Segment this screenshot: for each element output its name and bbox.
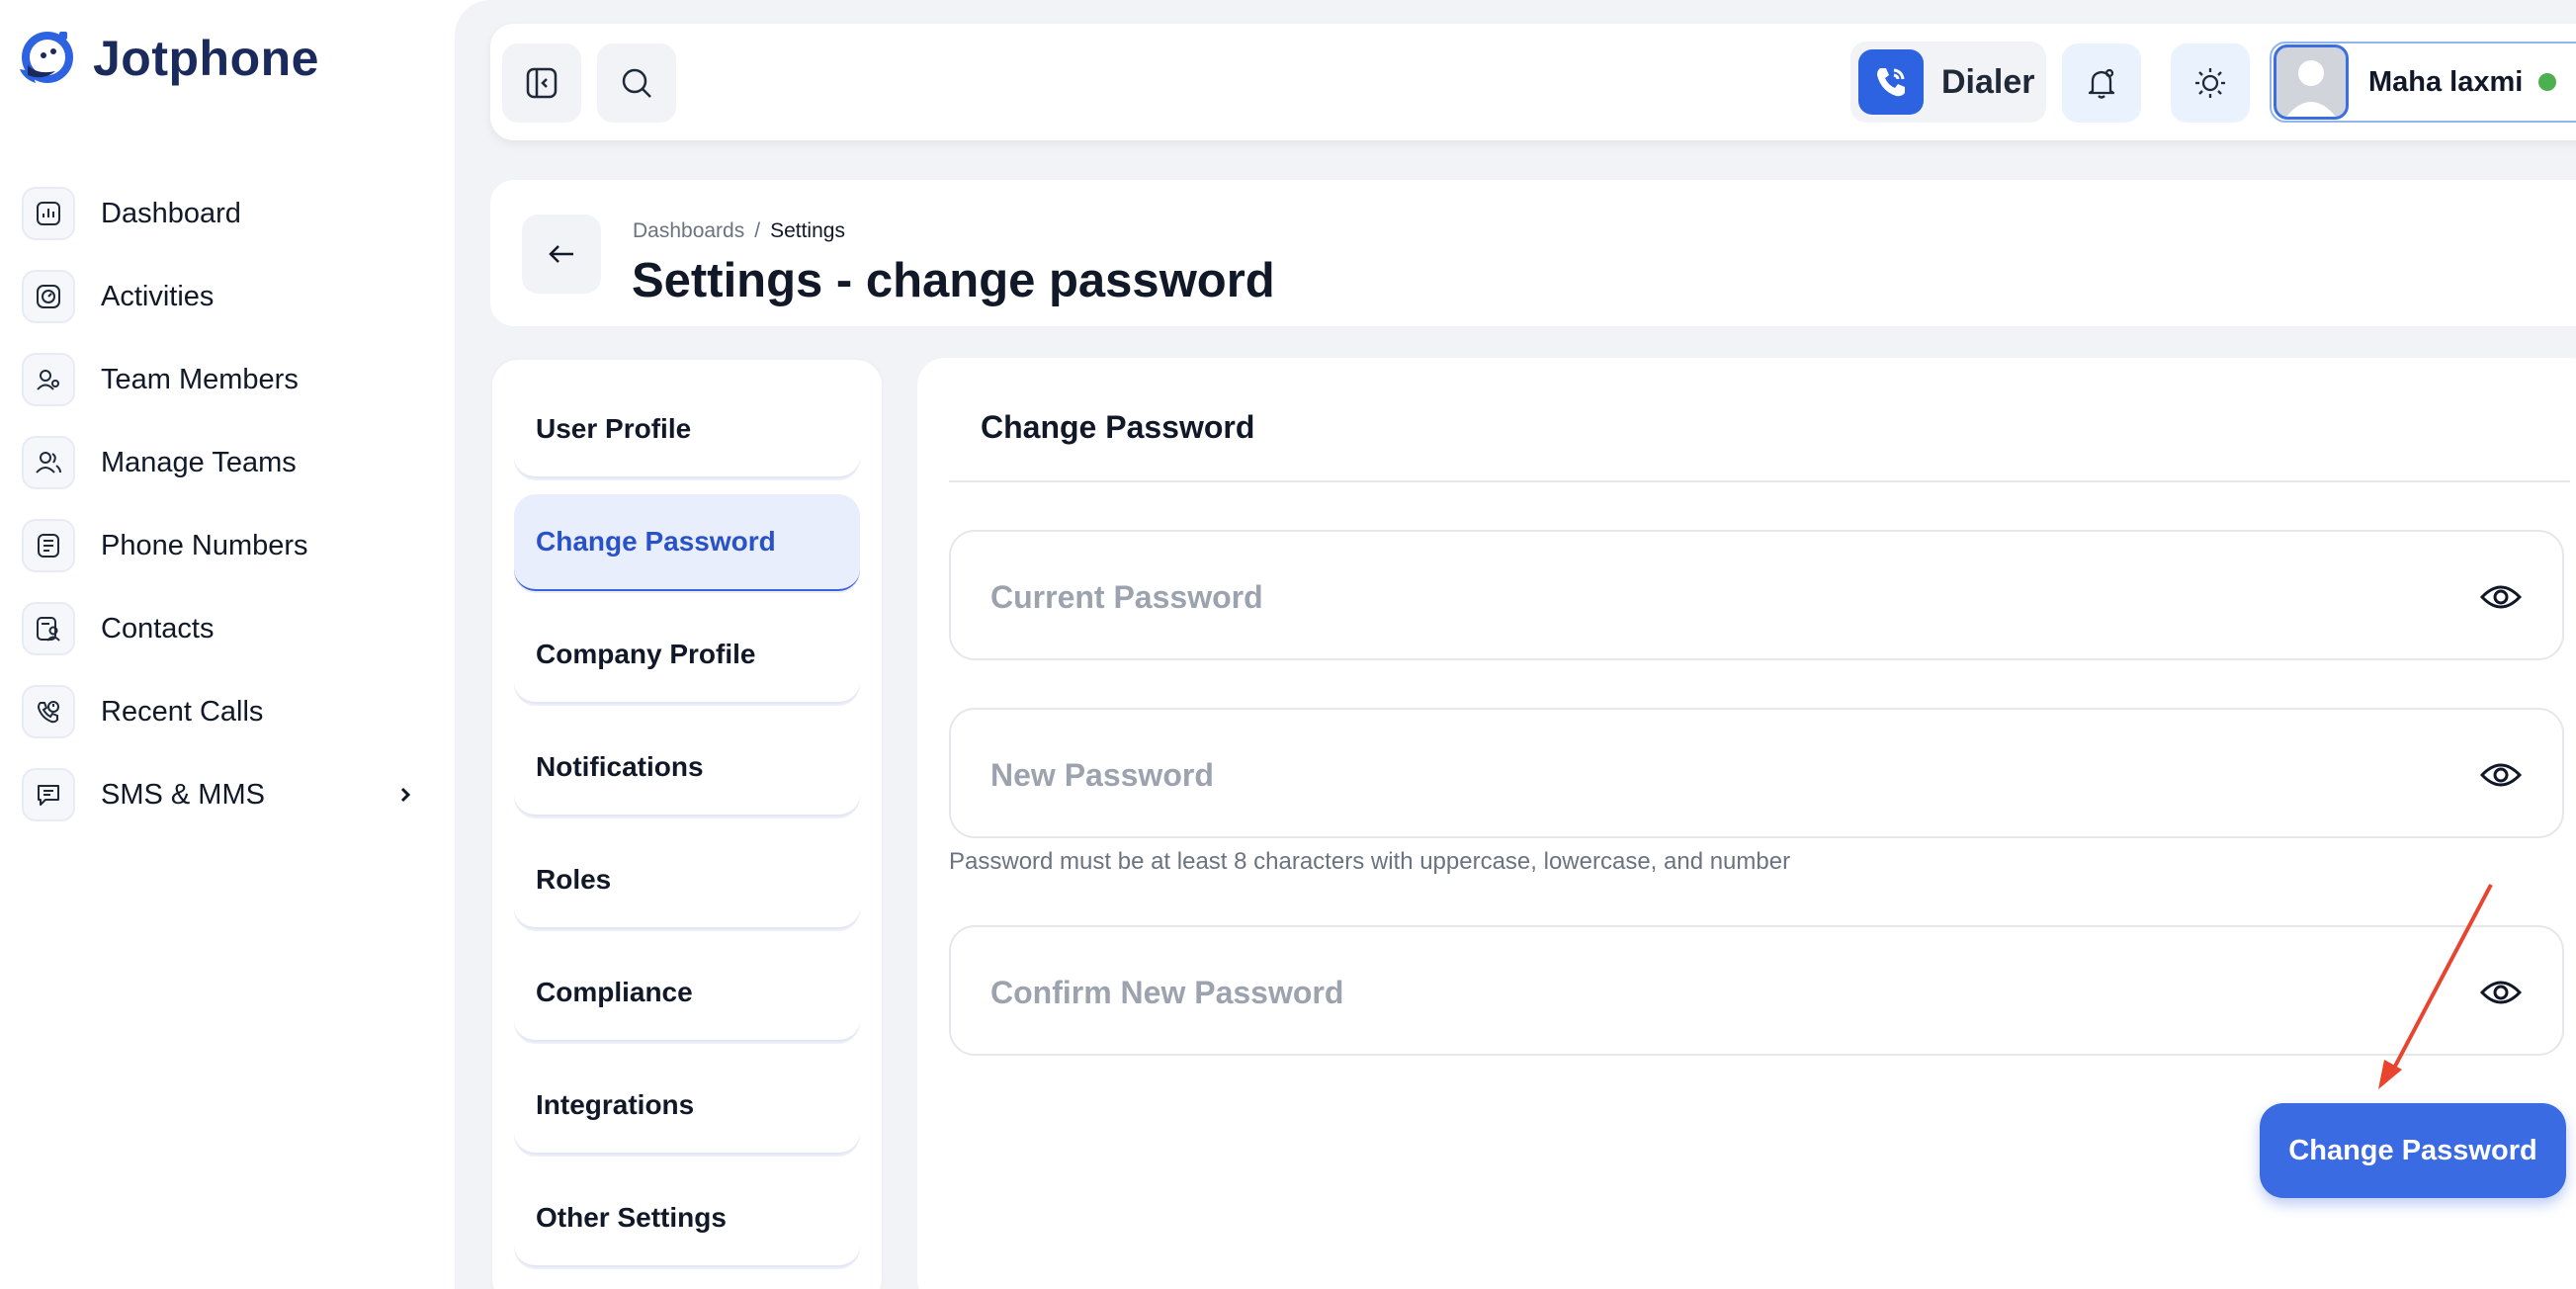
jotphone-logo-icon <box>20 32 73 83</box>
settings-menu-item-compliance[interactable]: Compliance <box>514 945 860 1042</box>
sun-icon <box>2195 68 2225 98</box>
sidebar-item-manage-teams[interactable]: Manage Teams <box>22 421 427 504</box>
settings-menu-item-company-profile[interactable]: Company Profile <box>514 607 860 704</box>
brand-logo[interactable]: Jotphone <box>14 26 319 91</box>
notifications-button[interactable] <box>2062 43 2141 123</box>
activities-icon <box>22 270 75 323</box>
sidebar-collapse-icon <box>526 67 558 99</box>
bell-icon <box>2088 68 2115 99</box>
dialer-phone-icon <box>1858 49 1924 115</box>
breadcrumb-link-dashboards[interactable]: Dashboards <box>633 219 744 243</box>
recent-calls-icon <box>22 685 75 738</box>
sidebar-item-label: Phone Numbers <box>101 529 308 561</box>
confirm-password-field[interactable] <box>949 925 2564 1056</box>
new-password-input[interactable] <box>990 745 2374 805</box>
change-password-submit-button[interactable]: Change Password <box>2260 1103 2566 1198</box>
theme-toggle-button[interactable] <box>2171 43 2250 123</box>
contacts-icon <box>22 602 75 655</box>
sidebar-nav: Dashboard Activities Team Members Manage… <box>22 172 427 836</box>
settings-menu-item-notifications[interactable]: Notifications <box>514 720 860 816</box>
sidebar-item-sms-mms[interactable]: SMS & MMS <box>22 753 427 836</box>
settings-menu-item-roles[interactable]: Roles <box>514 832 860 929</box>
chevron-right-icon[interactable] <box>391 779 419 811</box>
breadcrumb: Dashboards / Settings <box>633 219 845 243</box>
eye-icon[interactable] <box>2479 973 2523 1012</box>
eye-icon[interactable] <box>2479 755 2523 795</box>
confirm-password-input[interactable] <box>990 963 2374 1022</box>
user-name: Maha laxmi <box>2368 65 2524 98</box>
sms-icon <box>22 768 75 821</box>
search-button[interactable] <box>597 43 676 123</box>
sidebar-item-label: Contacts <box>101 612 215 644</box>
app-root: Jotphone Dashboard Activities Team Membe… <box>0 0 2576 1289</box>
back-button[interactable] <box>522 215 601 294</box>
sidebar-item-label: Team Members <box>101 363 299 395</box>
user-menu-button[interactable]: Maha laxmi <box>2270 42 2576 123</box>
search-icon <box>622 68 651 98</box>
phone-numbers-icon <box>22 519 75 572</box>
sidebar: Jotphone Dashboard Activities Team Membe… <box>0 0 455 1289</box>
user-avatar-icon <box>2286 60 2336 117</box>
dialer-button[interactable]: Dialer <box>1850 42 2046 123</box>
current-password-input[interactable] <box>990 567 2374 627</box>
breadcrumb-separator: / <box>754 219 761 242</box>
sidebar-item-team-members[interactable]: Team Members <box>22 338 427 421</box>
online-status-dot <box>2538 73 2557 91</box>
brand-name: Jotphone <box>93 31 319 86</box>
eye-icon[interactable] <box>2479 577 2523 617</box>
password-requirements-hint: Password must be at least 8 characters w… <box>949 848 1791 875</box>
sidebar-item-activities[interactable]: Activities <box>22 255 427 338</box>
sidebar-item-label: Dashboard <box>101 197 241 229</box>
sidebar-item-phone-numbers[interactable]: Phone Numbers <box>22 504 427 587</box>
sidebar-item-dashboard[interactable]: Dashboard <box>22 172 427 255</box>
avatar <box>2274 44 2349 120</box>
sidebar-item-recent-calls[interactable]: Recent Calls <box>22 670 427 753</box>
page-header: Dashboards / Settings Settings - change … <box>490 180 2576 326</box>
sidebar-item-label: Activities <box>101 280 215 312</box>
settings-menu-item-integrations[interactable]: Integrations <box>514 1058 860 1155</box>
dialer-label: Dialer <box>1941 62 2035 101</box>
sidebar-item-label: SMS & MMS <box>101 778 265 811</box>
settings-menu-item-other-settings[interactable]: Other Settings <box>514 1170 860 1267</box>
section-title: Change Password <box>981 409 1255 445</box>
sidebar-toggle-button[interactable] <box>502 43 581 123</box>
settings-menu-item-change-password[interactable]: Change Password <box>514 494 860 591</box>
sidebar-item-label: Recent Calls <box>101 695 264 728</box>
arrow-left-icon <box>549 245 573 263</box>
dashboard-icon <box>22 187 75 240</box>
current-password-field[interactable] <box>949 530 2564 660</box>
manage-teams-icon <box>22 436 75 489</box>
settings-menu: User Profile Change Password Company Pro… <box>490 358 884 1289</box>
new-password-field[interactable] <box>949 708 2564 838</box>
topbar: Dialer Maha laxmi <box>490 24 2576 140</box>
main-area: Dialer Maha laxmi Dashboards / Settings … <box>455 0 2576 1289</box>
page-title: Settings - change password <box>632 254 1275 307</box>
settings-menu-item-user-profile[interactable]: User Profile <box>514 382 860 478</box>
section-divider <box>949 480 2570 482</box>
breadcrumb-current: Settings <box>770 219 845 242</box>
sidebar-item-label: Manage Teams <box>101 446 297 478</box>
sidebar-item-contacts[interactable]: Contacts <box>22 587 427 670</box>
team-members-icon <box>22 353 75 406</box>
